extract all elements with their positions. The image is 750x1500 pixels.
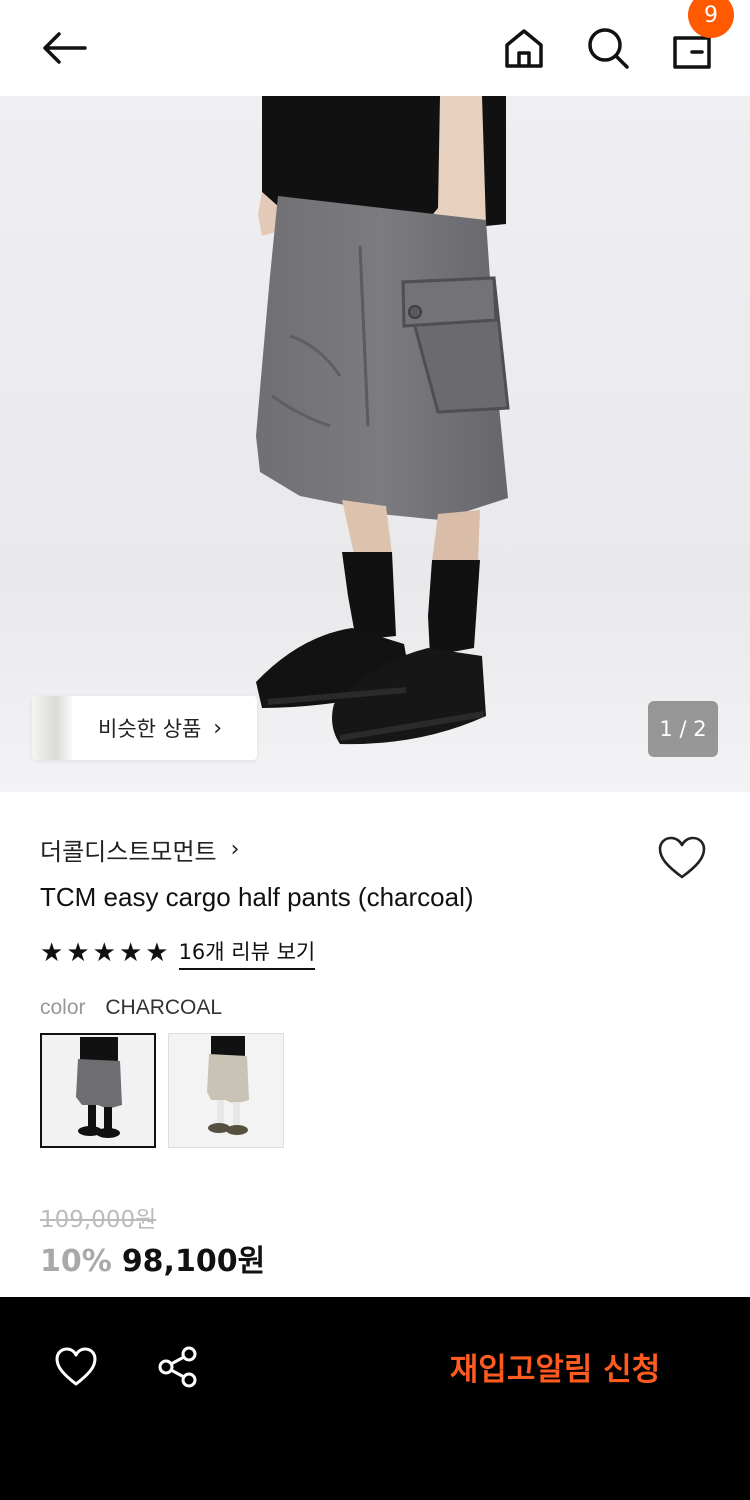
star-icon: ★ <box>118 938 143 968</box>
option-row: color CHARCOAL <box>40 996 222 1020</box>
bottom-action-bar: 재입고알림 신청 <box>0 1297 750 1500</box>
review-link[interactable]: 16개 리뷰 보기 <box>178 936 316 970</box>
wishlist-button[interactable] <box>652 830 712 886</box>
star-rating: ★ ★ ★ ★ ★ <box>40 940 169 966</box>
product-photo <box>0 96 750 792</box>
product-title: TCM easy cargo half pants (charcoal) <box>40 882 474 912</box>
swatch-thumbnail <box>169 1034 283 1147</box>
search-icon <box>588 28 629 69</box>
color-swatch-charcoal[interactable] <box>40 1033 156 1148</box>
home-button[interactable] <box>488 12 560 84</box>
heart-outline-icon <box>55 1347 97 1386</box>
product-image-gallery[interactable]: 비슷한 상품 › 1 / 2 <box>0 96 750 792</box>
option-value: CHARCOAL <box>105 996 223 1019</box>
bottom-wishlist-button[interactable] <box>44 1335 108 1399</box>
heart-outline-icon <box>658 836 706 879</box>
brand-link[interactable]: 더콜디스트모먼트 › <box>40 832 239 867</box>
discount-rate: 10% <box>40 1244 112 1279</box>
chevron-right-icon: › <box>213 715 223 741</box>
rating-row: ★ ★ ★ ★ ★ 16개 리뷰 보기 <box>40 936 316 970</box>
star-icon: ★ <box>40 938 64 968</box>
star-icon: ★ <box>92 938 116 968</box>
brand-name: 더콜디스트모먼트 <box>40 838 217 866</box>
star-icon: ★ <box>145 938 169 968</box>
top-header: 9 <box>0 0 750 96</box>
home-icon <box>505 29 543 68</box>
original-price: 109,000원 <box>40 1207 157 1233</box>
similar-products-label: 비슷한 상품 <box>98 717 202 741</box>
swatch-thumbnail <box>42 1035 154 1146</box>
star-icon: ★ <box>66 938 90 968</box>
similar-product-thumbnail <box>32 696 72 760</box>
share-button[interactable] <box>146 1335 210 1399</box>
option-label: color <box>40 996 86 1019</box>
similar-products-button[interactable]: 비슷한 상품 › <box>32 696 257 760</box>
image-counter: 1 / 2 <box>648 701 718 757</box>
color-swatch-beige[interactable] <box>168 1033 284 1148</box>
share-icon <box>158 1346 197 1388</box>
sale-price: 98,100원 <box>121 1244 266 1279</box>
back-button[interactable] <box>28 12 100 84</box>
chevron-right-icon: › <box>230 837 240 862</box>
restock-alert-button[interactable]: 재입고알림 신청 <box>420 1341 690 1391</box>
price-row: 10% 98,100원 <box>40 1236 265 1280</box>
arrow-left-icon <box>43 32 87 64</box>
search-button[interactable] <box>572 12 644 84</box>
